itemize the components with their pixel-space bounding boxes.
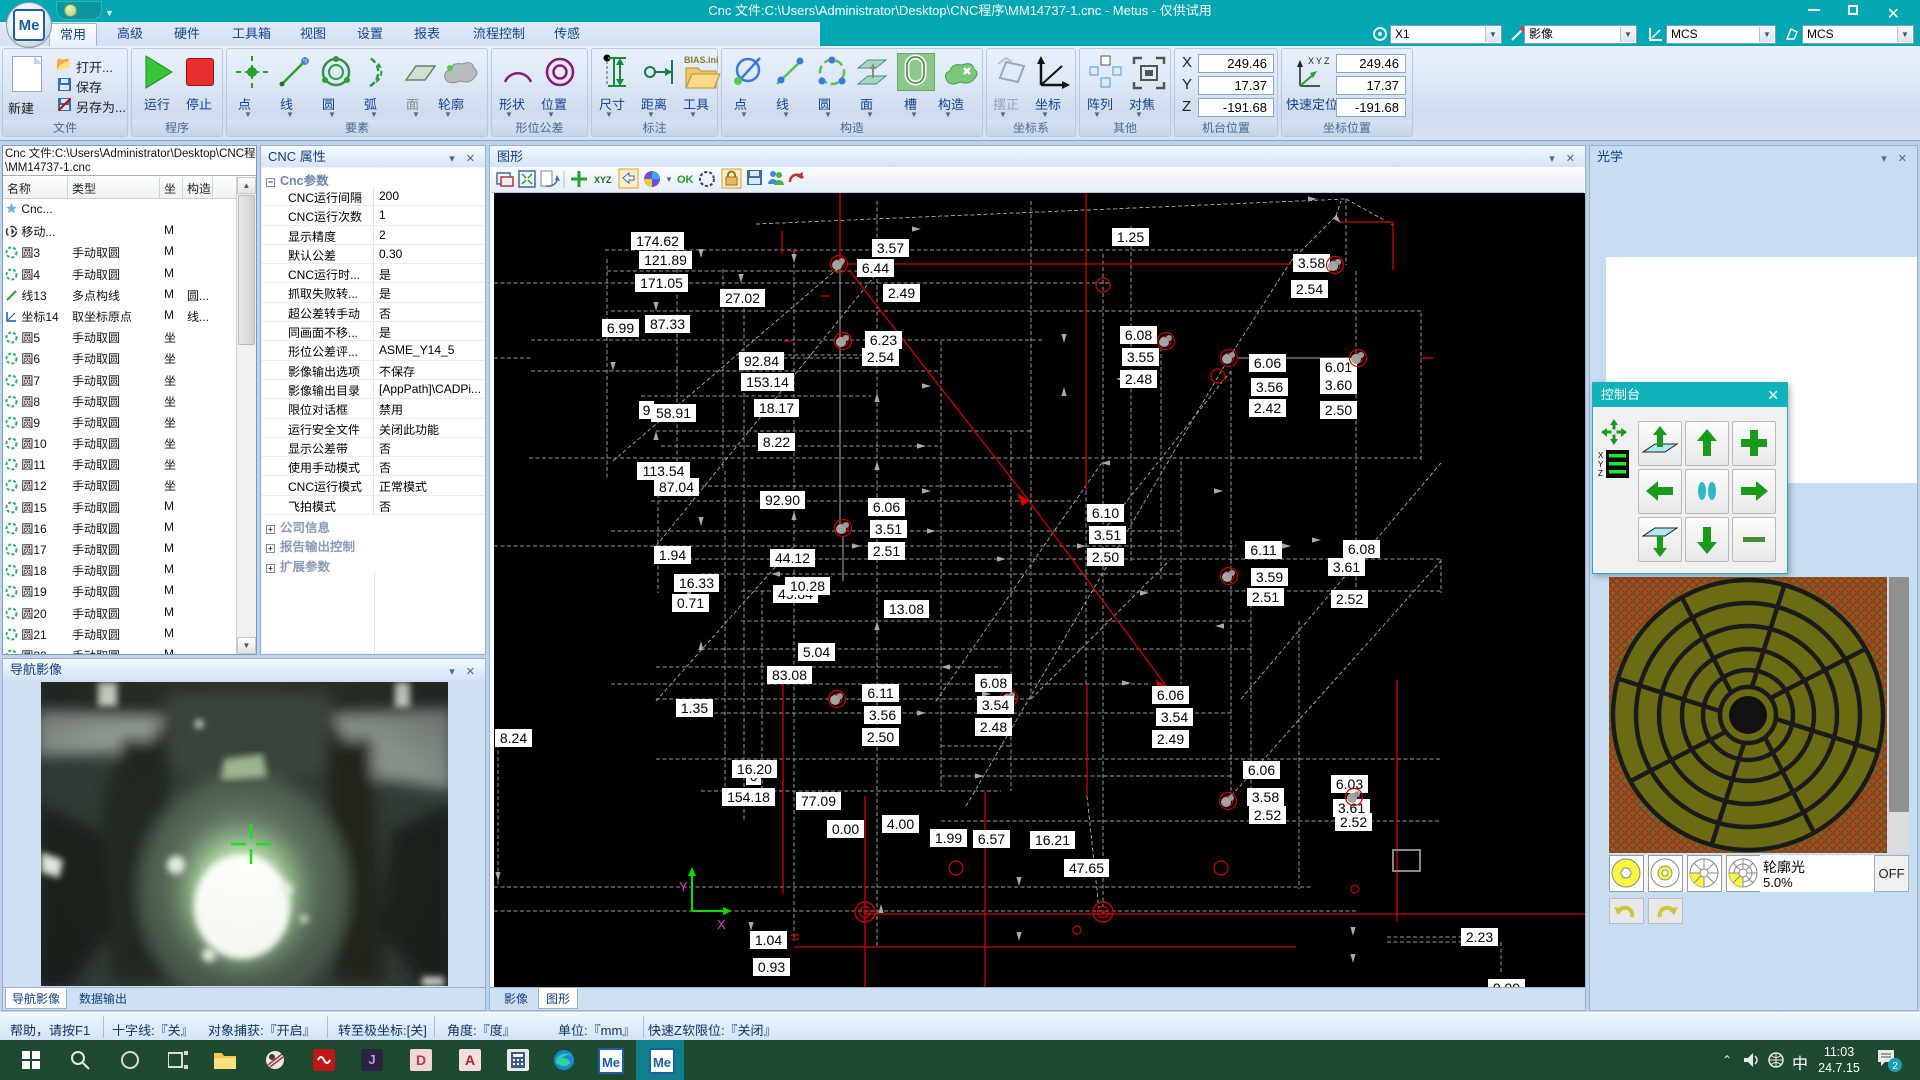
svg-text:2.49: 2.49	[888, 285, 915, 301]
svg-text:2.42: 2.42	[1254, 400, 1281, 416]
svg-text:113.54: 113.54	[643, 463, 685, 479]
svg-text:2.52: 2.52	[1254, 807, 1281, 823]
svg-text:2.49: 2.49	[1157, 731, 1184, 747]
svg-text:8.22: 8.22	[763, 434, 790, 450]
svg-text:3.51: 3.51	[1094, 527, 1121, 543]
svg-text:121.89: 121.89	[644, 252, 687, 268]
svg-text:2.48: 2.48	[1125, 371, 1152, 387]
svg-text:77.09: 77.09	[801, 793, 836, 809]
svg-text:XYZ: XYZ	[594, 175, 612, 185]
svg-text:0.99: 0.99	[1493, 980, 1520, 987]
svg-text:XYZ: XYZ	[1308, 56, 1330, 66]
svg-text:6.10: 6.10	[1092, 505, 1119, 521]
svg-text:1.94: 1.94	[659, 547, 686, 563]
svg-text:3.51: 3.51	[875, 521, 902, 537]
svg-text:Y: Y	[1598, 460, 1604, 469]
svg-text:9: 9	[643, 402, 651, 418]
svg-text:44.12: 44.12	[775, 550, 810, 566]
svg-text:18.17: 18.17	[759, 400, 794, 416]
svg-text:4.00: 4.00	[887, 816, 914, 832]
svg-text:174.62: 174.62	[636, 233, 679, 249]
svg-text:6.01: 6.01	[1325, 359, 1352, 375]
svg-text:6.11: 6.11	[1250, 542, 1276, 558]
svg-text:6.08: 6.08	[980, 675, 1007, 691]
svg-text:3.57: 3.57	[877, 240, 904, 256]
svg-text:2: 2	[1892, 1061, 1898, 1072]
svg-text:1.35: 1.35	[681, 700, 708, 716]
svg-text:6.23: 6.23	[870, 332, 897, 348]
svg-text:2.50: 2.50	[1092, 549, 1119, 565]
svg-text:6.06: 6.06	[1248, 762, 1275, 778]
svg-text:5.04: 5.04	[803, 644, 830, 660]
svg-text:2.52: 2.52	[1340, 814, 1367, 830]
svg-text:0.93: 0.93	[758, 959, 785, 975]
svg-text:0.00: 0.00	[832, 821, 859, 837]
svg-text:83.08: 83.08	[772, 667, 807, 683]
svg-text:27.02: 27.02	[725, 290, 760, 306]
svg-text:6.06: 6.06	[1157, 687, 1184, 703]
svg-text:X: X	[717, 917, 726, 932]
svg-text:6.06: 6.06	[1254, 355, 1281, 371]
svg-text:2.54: 2.54	[1296, 281, 1323, 297]
svg-text:6.08: 6.08	[1125, 327, 1152, 343]
svg-text:3.59: 3.59	[1256, 569, 1283, 585]
svg-text:X: X	[1598, 451, 1604, 460]
svg-text:2.50: 2.50	[1325, 402, 1352, 418]
svg-text:3.60: 3.60	[1325, 377, 1352, 393]
svg-text:6.06: 6.06	[873, 499, 900, 515]
svg-text:2.52: 2.52	[1336, 591, 1363, 607]
svg-text:1.25: 1.25	[1117, 229, 1144, 245]
svg-text:6.44: 6.44	[862, 260, 889, 276]
svg-text:6.99: 6.99	[607, 320, 634, 336]
svg-text:3.56: 3.56	[869, 707, 896, 723]
svg-text:87.33: 87.33	[650, 316, 685, 332]
svg-text:OK: OK	[677, 174, 694, 186]
svg-text:10.28: 10.28	[790, 578, 825, 594]
svg-text:0.71: 0.71	[677, 595, 704, 611]
svg-text:3.54: 3.54	[1161, 709, 1188, 725]
svg-text:3.58: 3.58	[1252, 789, 1279, 805]
svg-text:BIAS.ini: BIAS.ini	[684, 55, 719, 65]
svg-text:47.65: 47.65	[1069, 860, 1104, 876]
svg-text:154.18: 154.18	[727, 789, 770, 805]
svg-text:8.24: 8.24	[500, 730, 527, 746]
svg-text:153.14: 153.14	[746, 374, 789, 390]
svg-text:1.04: 1.04	[755, 932, 782, 948]
svg-text:▼: ▼	[665, 175, 673, 184]
svg-text:1.99: 1.99	[935, 830, 962, 846]
svg-text:3.54: 3.54	[982, 697, 1009, 713]
svg-text:16.20: 16.20	[737, 761, 772, 777]
svg-text:3.58: 3.58	[1298, 255, 1325, 271]
svg-text:16.33: 16.33	[679, 575, 714, 591]
svg-text:6.57: 6.57	[978, 831, 1005, 847]
svg-text:92.84: 92.84	[744, 353, 779, 369]
svg-text:2.50: 2.50	[867, 729, 894, 745]
svg-text:2.51: 2.51	[1252, 589, 1279, 605]
svg-text:6.08: 6.08	[1348, 541, 1375, 557]
svg-text:Y: Y	[679, 879, 688, 894]
svg-text:3.55: 3.55	[1127, 349, 1154, 365]
svg-text:3.61: 3.61	[1333, 559, 1360, 575]
svg-text:2.48: 2.48	[980, 719, 1007, 735]
svg-text:171.05: 171.05	[640, 275, 683, 291]
svg-text:3.56: 3.56	[1256, 379, 1283, 395]
svg-text:58.91: 58.91	[656, 405, 691, 421]
svg-text:13.08: 13.08	[889, 601, 924, 617]
svg-text:2.54: 2.54	[867, 349, 894, 365]
svg-text:2.23: 2.23	[1466, 929, 1493, 945]
svg-text:87.04: 87.04	[659, 479, 694, 495]
svg-text:6.11: 6.11	[867, 685, 893, 701]
svg-text:2.51: 2.51	[873, 543, 900, 559]
svg-text:16.21: 16.21	[1035, 832, 1070, 848]
svg-text:92.90: 92.90	[765, 492, 800, 508]
svg-text:Z: Z	[1598, 469, 1603, 478]
